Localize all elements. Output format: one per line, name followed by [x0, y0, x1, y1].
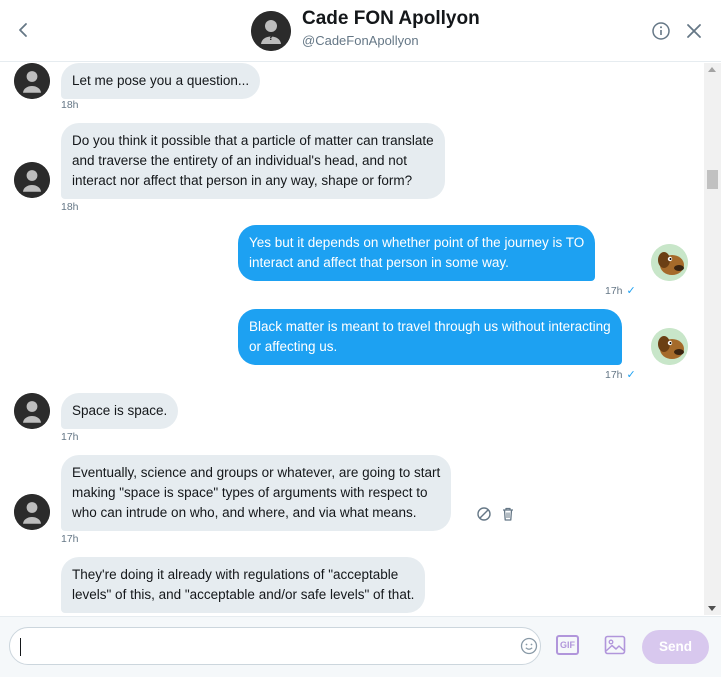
- message-text: They're doing it already with regulation…: [72, 567, 399, 582]
- back-button[interactable]: [12, 16, 36, 44]
- default-avatar-icon: [14, 494, 50, 530]
- sender-avatar[interactable]: [14, 162, 50, 198]
- block-button[interactable]: [476, 506, 492, 522]
- message-text: Yes but it depends on whether point of t…: [249, 235, 585, 250]
- scooby-doo-avatar-icon: [651, 328, 688, 365]
- svg-text:?: ?: [269, 33, 274, 42]
- default-avatar-icon: ?: [251, 11, 291, 51]
- message-composer: GIF Send: [0, 616, 721, 677]
- message-timestamp: 17h: [61, 431, 79, 443]
- close-icon: [687, 24, 701, 38]
- message-timestamp: 18h: [61, 99, 79, 111]
- message-text: Eventually, science and groups or whatev…: [72, 465, 441, 480]
- default-avatar-icon: [14, 162, 50, 198]
- message-text: or affecting us.: [249, 339, 338, 354]
- emoji-button[interactable]: [520, 637, 538, 655]
- message-bubble-incoming[interactable]: Space is space.: [61, 393, 179, 429]
- scroll-up-arrow-icon[interactable]: [708, 67, 716, 72]
- sender-avatar[interactable]: [14, 494, 50, 530]
- emoji-icon: [520, 637, 538, 655]
- gif-button[interactable]: GIF: [556, 635, 579, 655]
- delete-message-button[interactable]: [500, 506, 516, 522]
- message-text: Black matter is meant to travel through …: [249, 319, 611, 334]
- message-text: Let me pose you a question...: [72, 73, 250, 88]
- message-input[interactable]: [20, 632, 500, 660]
- message-text: and traverse the entirety of an individu…: [72, 153, 408, 168]
- message-text: who can intrude on who, and where, and v…: [72, 505, 417, 520]
- trash-icon: [503, 507, 513, 521]
- read-check-icon: ✓: [626, 369, 636, 381]
- default-avatar-icon: [14, 63, 50, 99]
- scroll-down-arrow-icon[interactable]: [708, 606, 716, 611]
- message-bubble-incoming[interactable]: Let me pose you a question...: [61, 63, 261, 99]
- message-bubble-incoming[interactable]: Do you think it possible that a particle…: [61, 123, 445, 199]
- message-bubble-outgoing[interactable]: Black matter is meant to travel through …: [238, 309, 622, 365]
- default-avatar-icon: [14, 393, 50, 429]
- conversation-name[interactable]: Cade FON Apollyon: [302, 8, 480, 30]
- message-text: levels" of this, and "acceptable and/or …: [72, 587, 415, 602]
- conversation-header: ? Cade FON Apollyon @CadeFonApollyon: [0, 0, 721, 62]
- sender-avatar[interactable]: [14, 393, 50, 429]
- sender-avatar[interactable]: [14, 63, 50, 99]
- add-image-button[interactable]: [604, 635, 626, 655]
- message-text: Do you think it possible that a particle…: [72, 133, 434, 148]
- message-text: making "space is space" types of argumen…: [72, 485, 428, 500]
- message-text: interact and affect that person in some …: [249, 255, 509, 270]
- info-icon: [652, 22, 670, 40]
- block-icon: [477, 507, 491, 521]
- text-caret: [20, 638, 21, 656]
- message-timestamp: 17h ✓: [605, 369, 636, 381]
- scrollbar-thumb[interactable]: [707, 170, 718, 189]
- close-button[interactable]: [685, 22, 703, 40]
- message-timestamp: 17h ✓: [605, 285, 636, 297]
- message-input-container[interactable]: [9, 627, 541, 665]
- image-icon: [604, 635, 626, 655]
- own-avatar[interactable]: [651, 328, 688, 365]
- message-text: interact nor affect that person in any w…: [72, 173, 413, 188]
- conversation-handle: @CadeFonApollyon: [302, 33, 419, 48]
- message-bubble-incoming[interactable]: They're doing it already with regulation…: [61, 557, 426, 613]
- message-timestamp: 17h: [61, 533, 79, 545]
- message-bubble-outgoing[interactable]: Yes but it depends on whether point of t…: [238, 225, 596, 281]
- chevron-left-icon: [19, 23, 27, 37]
- message-list-scrollbar[interactable]: [704, 63, 721, 615]
- scooby-doo-avatar-icon: [651, 244, 688, 281]
- message-list[interactable]: Let me pose you a question... 18h Do you…: [0, 63, 704, 615]
- message-bubble-incoming[interactable]: Eventually, science and groups or whatev…: [61, 455, 452, 531]
- info-button[interactable]: [651, 21, 671, 41]
- own-avatar[interactable]: [651, 244, 688, 281]
- message-text: Space is space.: [72, 403, 168, 418]
- send-button[interactable]: Send: [642, 630, 709, 664]
- avatar[interactable]: ?: [251, 11, 291, 51]
- message-timestamp: 18h: [61, 201, 79, 213]
- read-check-icon: ✓: [626, 285, 636, 297]
